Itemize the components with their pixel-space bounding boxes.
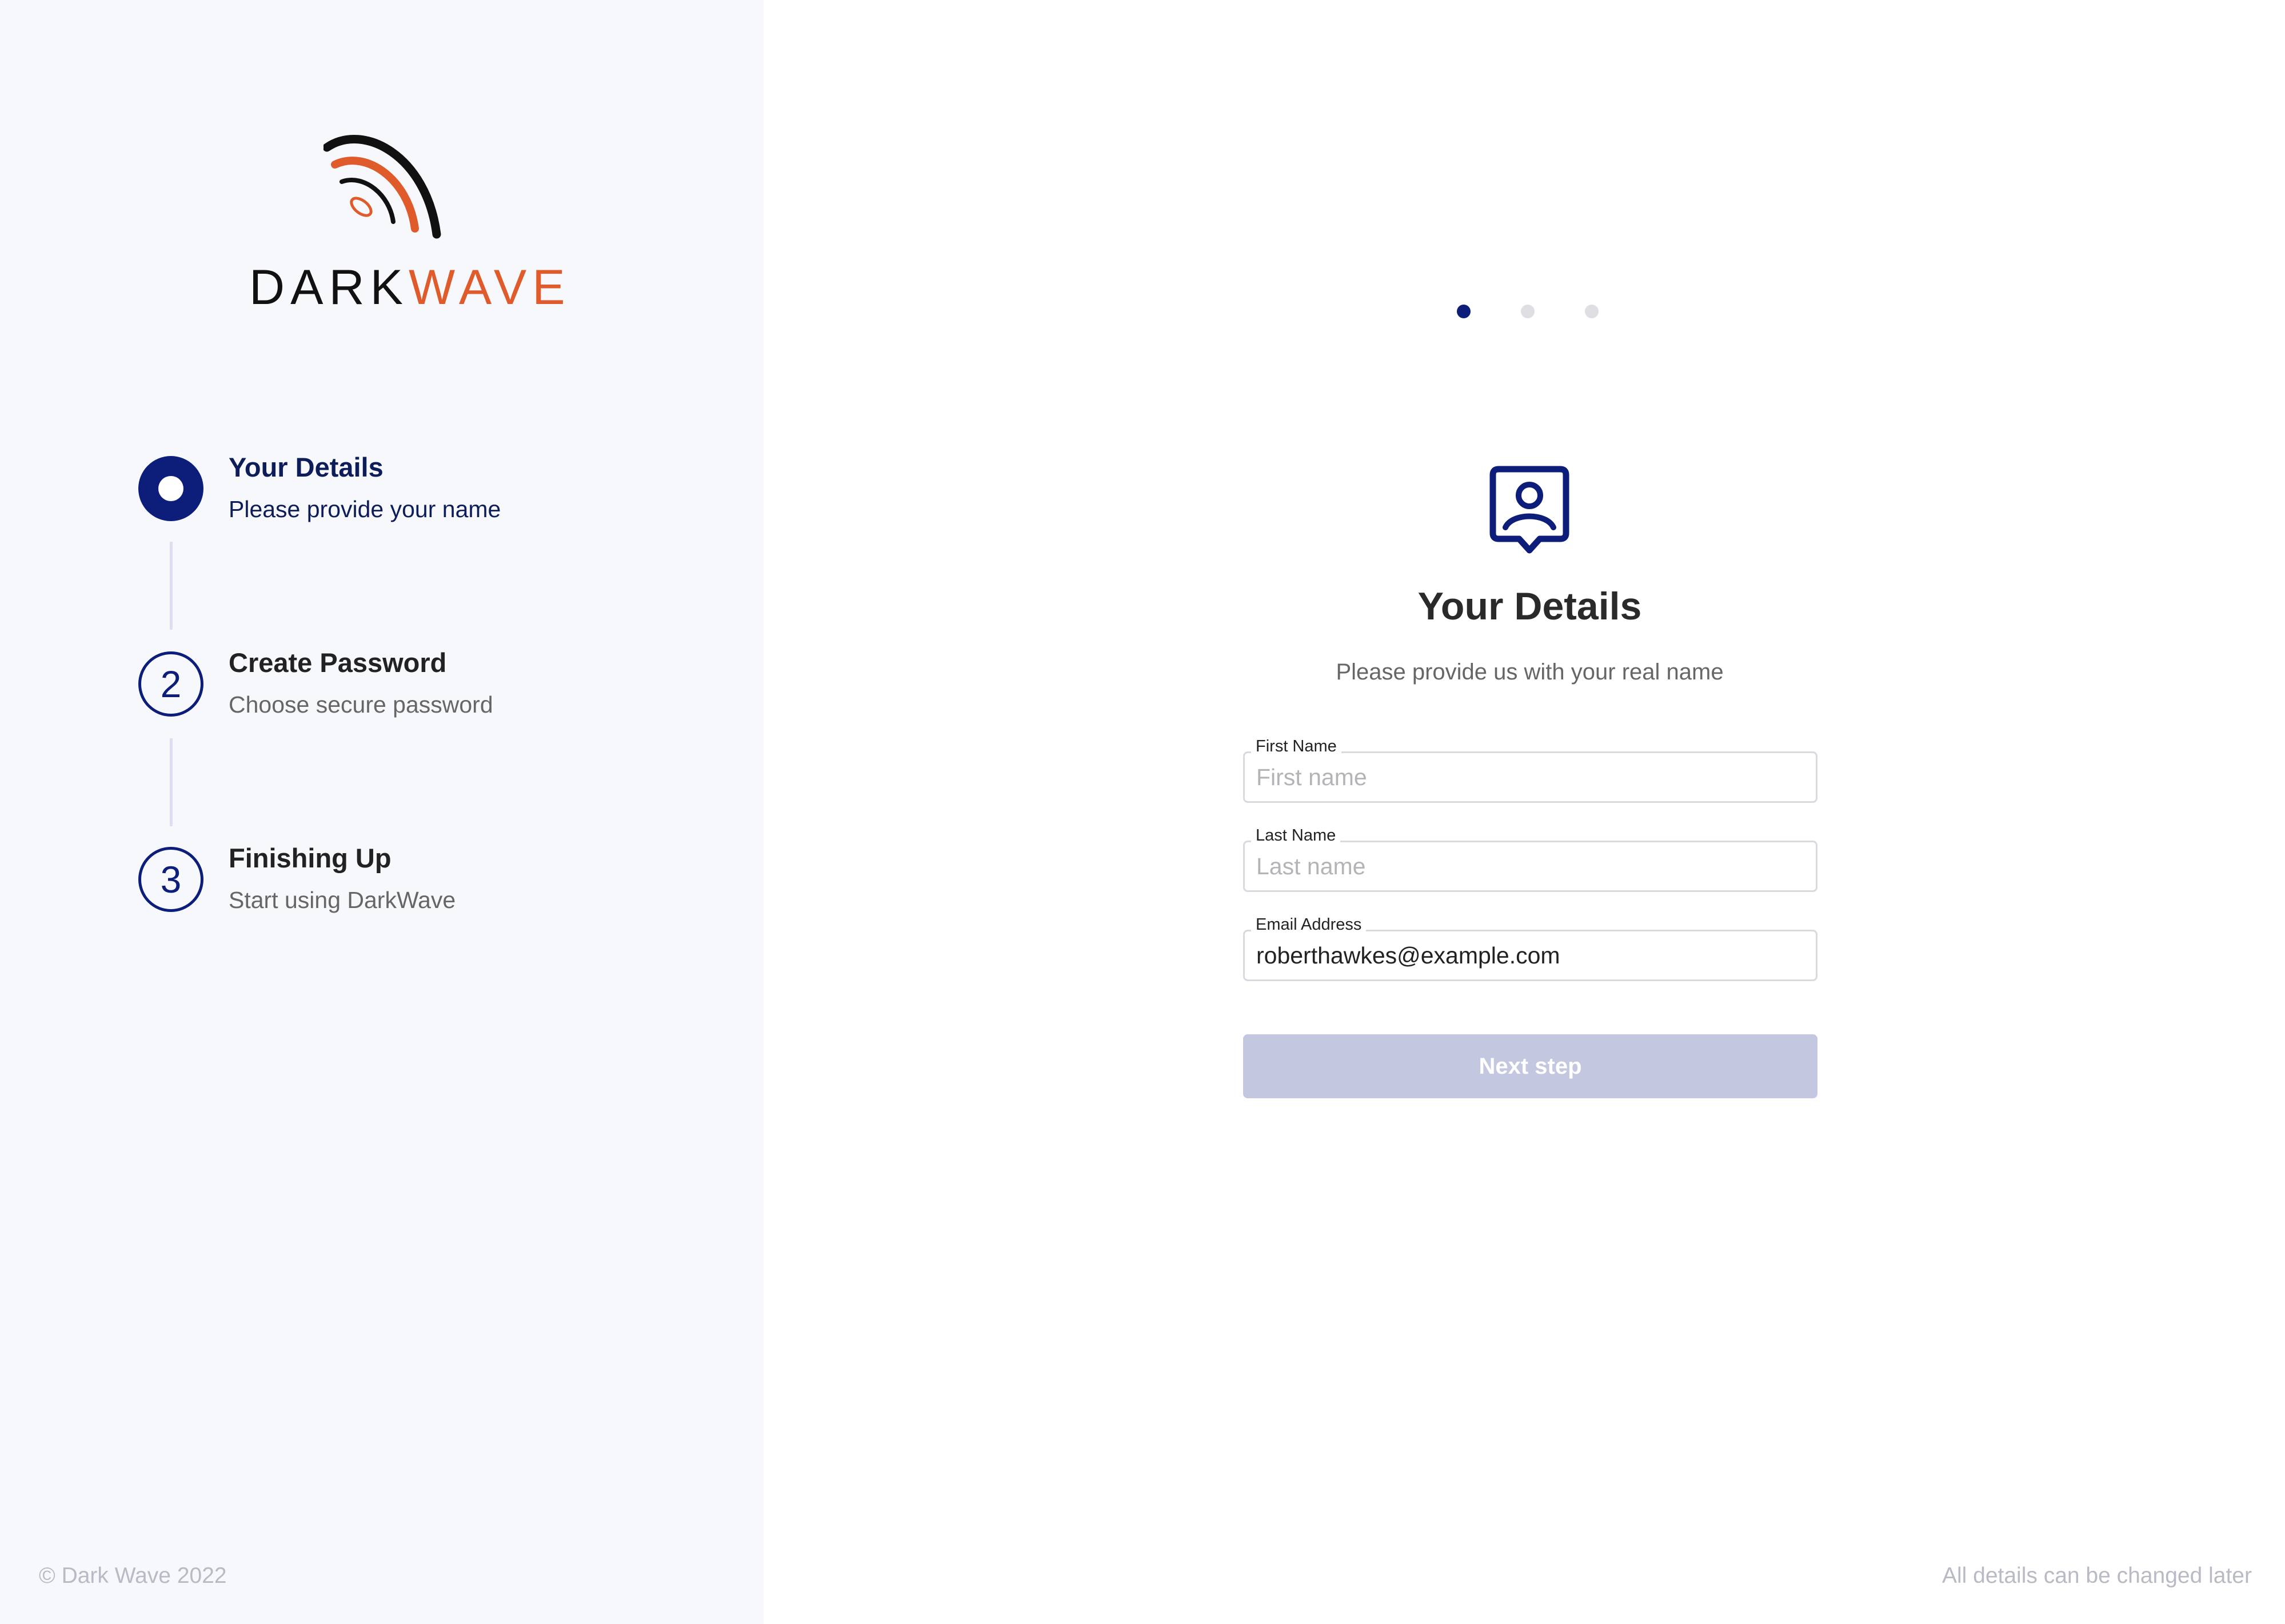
step-connector [170,738,173,826]
last-name-field: Last Name [1243,826,1817,892]
pager-dot-3[interactable] [1585,305,1599,318]
brand-wordmark: DARKWAVE [249,260,565,315]
step-description: Choose secure password [229,691,493,718]
step-title: Your Details [229,452,384,482]
next-step-button[interactable]: Next step [1243,1034,1817,1098]
step-description: Start using DarkWave [229,887,456,913]
darkwave-logo-icon [323,135,441,239]
step-your-details[interactable]: Your Details Please provide your name [138,452,710,570]
step-number: 3 [160,858,182,901]
last-name-label: Last Name [1251,826,1341,846]
details-note: All details can be changed later [1942,1563,2252,1588]
form-title: Your Details [1417,585,1642,628]
step-active-indicator [138,456,203,521]
step-number: 2 [160,663,182,705]
user-badge-icon [1489,466,1569,554]
brand-wave-text: WAVE [408,260,571,315]
sidebar: DARKWAVE Your Details Please provide you… [0,0,764,1624]
step-description: Please provide your name [229,496,501,522]
form-subtitle: Please provide us with your real name [1336,659,1724,685]
email-label: Email Address [1251,915,1367,935]
step-title: Create Password [229,647,447,678]
step-connector [170,542,173,630]
pager-dot-2[interactable] [1521,305,1535,318]
copyright-text: © Dark Wave 2022 [39,1563,227,1588]
email-input[interactable] [1243,930,1817,981]
step-create-password[interactable]: 2 Create Password Choose secure password [138,647,710,766]
step-title: Finishing Up [229,843,392,873]
first-name-input[interactable] [1243,751,1817,803]
darkwave-logo: DARKWAVE [249,133,565,315]
step-active-dot [158,476,183,501]
onboarding-page: DARKWAVE Your Details Please provide you… [0,0,2285,1624]
step-finishing-up[interactable]: 3 Finishing Up Start using DarkWave [138,843,710,961]
step-number-badge: 2 [138,651,203,717]
last-name-input[interactable] [1243,841,1817,892]
email-field: Email Address [1243,915,1817,981]
step-number-badge: 3 [138,847,203,912]
brand-dark-text: DARK [249,260,409,315]
first-name-field: First Name [1243,737,1817,803]
first-name-label: First Name [1251,737,1341,757]
pager-dot-1[interactable] [1457,305,1471,318]
